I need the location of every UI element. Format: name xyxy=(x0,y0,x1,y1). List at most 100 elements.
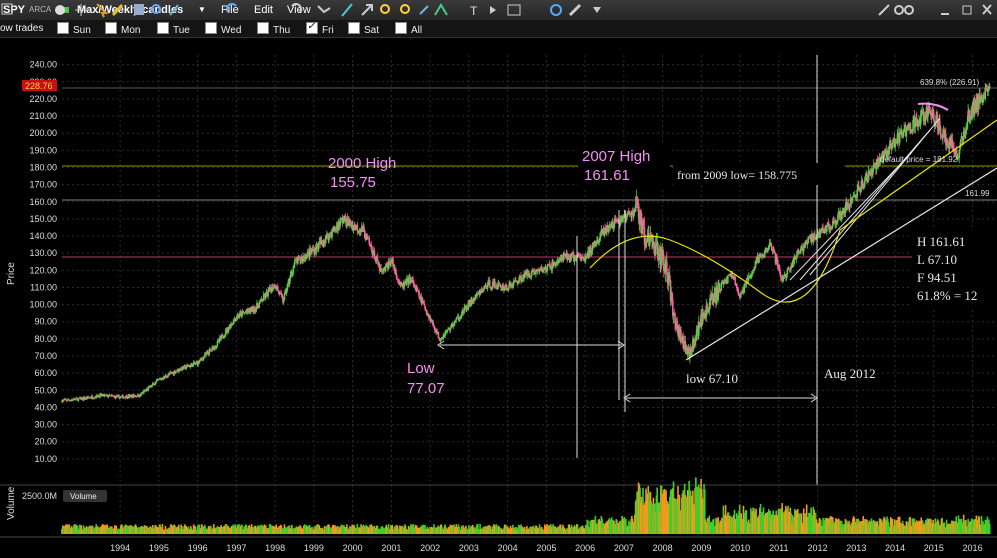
price-tick-label: 50.00 xyxy=(34,385,57,395)
volume-axis-label: Volume xyxy=(6,486,17,520)
day-checkbox[interactable] xyxy=(257,22,269,34)
zoom-icon[interactable] xyxy=(151,4,161,14)
candle-body xyxy=(397,279,400,281)
candle-body xyxy=(363,226,365,231)
undo-icon[interactable] xyxy=(226,3,237,13)
day-tue[interactable]: Tue xyxy=(157,22,190,36)
candle-body xyxy=(837,214,839,222)
price-tick-label: 180.00 xyxy=(29,162,57,172)
hlf-low: L 67.10 xyxy=(917,252,957,267)
annotation-2007-high-label: 2007 High xyxy=(582,148,650,165)
redo-icon[interactable] xyxy=(291,3,302,13)
day-checkbox[interactable] xyxy=(157,22,169,34)
price-chart[interactable]: 10.00 20.00 30.00 40.00 50.00 60.00 70.00 80.00… xyxy=(0,38,997,558)
settings-wrench-icon[interactable] xyxy=(878,4,890,16)
measure-icon[interactable] xyxy=(419,5,429,15)
restore-icon[interactable] xyxy=(962,5,972,15)
day-checkbox[interactable] xyxy=(205,22,217,34)
candle-body xyxy=(902,131,905,137)
pointer-icon[interactable] xyxy=(96,3,109,18)
annotation-low-2009: low 67.10 xyxy=(686,371,738,386)
show-trades-label: ow trades xyxy=(0,23,44,34)
trend-icon[interactable] xyxy=(434,3,448,16)
day-sun[interactable]: Sun xyxy=(57,22,91,36)
candle-body xyxy=(933,113,935,122)
candle-body xyxy=(356,224,359,231)
candle-body xyxy=(942,134,944,139)
price-tick-label: 140.00 xyxy=(29,231,57,241)
zoom-out-icon[interactable] xyxy=(400,4,410,14)
day-fri[interactable]: Fri xyxy=(306,20,334,36)
candle-body xyxy=(669,275,671,281)
zoom-in-icon[interactable] xyxy=(380,4,390,14)
frame-icon[interactable] xyxy=(507,4,521,16)
candle-body xyxy=(520,275,522,282)
chart-toolbar: SPY ARCA ▼ Max/Weekly candles ▼ File Edi… xyxy=(0,0,997,21)
candle-body xyxy=(691,351,693,353)
price-tick-label: 160.00 xyxy=(29,197,57,207)
day-checkbox[interactable] xyxy=(105,22,117,34)
eyedropper-icon[interactable] xyxy=(169,4,179,16)
candle-body xyxy=(355,227,357,230)
candle-body xyxy=(373,250,376,259)
candle-body xyxy=(283,293,286,300)
price-tick-label: 120.00 xyxy=(29,265,57,275)
sync-icon[interactable] xyxy=(550,4,562,16)
select-icon[interactable] xyxy=(134,4,144,15)
price-tick-label: 110.00 xyxy=(30,282,57,292)
price-tick-label: 150.00 xyxy=(29,214,57,224)
circle-icon[interactable] xyxy=(55,5,65,15)
expand-icon[interactable] xyxy=(490,6,496,14)
fork-icon[interactable] xyxy=(317,5,331,14)
day-all[interactable]: All xyxy=(395,22,422,36)
candle-body xyxy=(525,273,528,276)
candle-body xyxy=(449,328,452,331)
day-checkbox[interactable] xyxy=(57,22,69,34)
wrench-icon[interactable] xyxy=(568,3,582,17)
candle-body xyxy=(786,269,789,275)
candle-body xyxy=(825,225,828,232)
price-tick-label: 220.00 xyxy=(29,94,57,104)
hlf-fib: F 94.51 xyxy=(917,270,957,285)
annotation-low-value: 77.07 xyxy=(407,380,445,397)
day-thu[interactable]: Thu xyxy=(257,22,291,36)
candle-body xyxy=(418,291,420,297)
text-icon[interactable]: T xyxy=(470,4,478,18)
day-checkbox[interactable] xyxy=(306,20,318,34)
time-tick-label: 2004 xyxy=(498,543,518,553)
box-icon[interactable] xyxy=(1,3,13,15)
line-icon[interactable] xyxy=(341,3,353,17)
close-icon[interactable] xyxy=(982,4,992,15)
dropdown-icon[interactable] xyxy=(593,7,601,13)
day-checkbox[interactable] xyxy=(348,22,360,34)
candle-body xyxy=(494,281,496,287)
day-mon[interactable]: Mon xyxy=(105,22,140,36)
day-label: Wed xyxy=(221,25,242,36)
candle-body xyxy=(154,384,156,386)
time-tick-label: 2006 xyxy=(575,543,595,553)
time-tick-label: 2011 xyxy=(769,543,788,553)
day-wed[interactable]: Wed xyxy=(205,22,242,36)
day-checkbox[interactable] xyxy=(395,22,407,34)
time-tick-label: 2016 xyxy=(963,543,983,553)
candle-body xyxy=(439,340,442,342)
time-axis: 1994 1995 1996 1997 1998 1999 2000 2001 2002 2003… xyxy=(110,543,982,553)
time-tick-label: 2000 xyxy=(343,543,363,553)
candle-body xyxy=(376,257,379,261)
diagonal-icon[interactable] xyxy=(361,4,373,16)
time-tick-label: 1999 xyxy=(304,543,324,553)
day-label: Thu xyxy=(273,25,291,36)
pencil-icon[interactable] xyxy=(111,3,124,17)
price-tick-label: 190.00 xyxy=(29,145,57,155)
candle-body xyxy=(625,217,628,220)
days-filter-bar: ow trades Sun Mon Tue Wed Thu Fri Sat Al… xyxy=(0,20,997,38)
day-label: Sun xyxy=(73,25,91,36)
candle-body xyxy=(743,284,746,293)
day-sat[interactable]: Sat xyxy=(348,22,379,36)
time-tick-label: 2012 xyxy=(808,543,828,553)
time-tick-label: 2002 xyxy=(420,543,440,553)
link-icon[interactable] xyxy=(894,5,914,15)
crosshair-icon[interactable] xyxy=(75,4,87,16)
candle-body xyxy=(538,270,541,272)
candle-body xyxy=(488,280,491,288)
